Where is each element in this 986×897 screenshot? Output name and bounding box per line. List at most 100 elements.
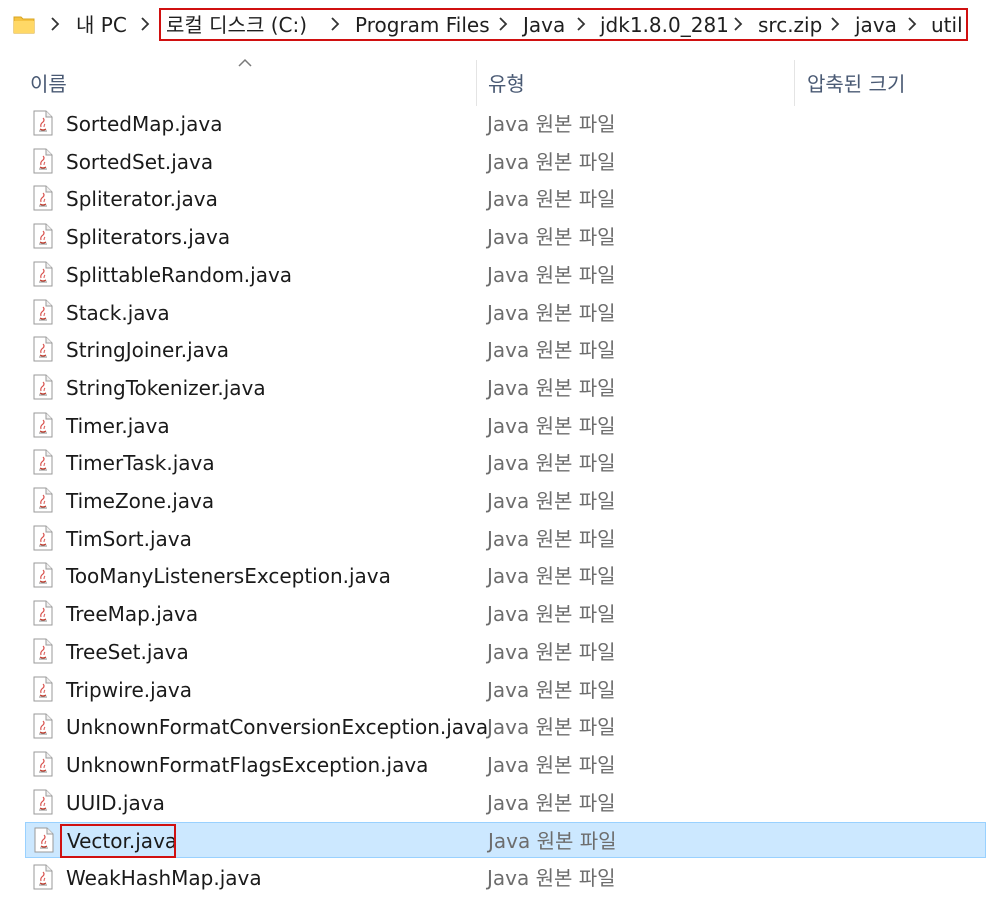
java-file-icon	[33, 374, 53, 400]
java-file-icon	[33, 336, 53, 362]
file-row[interactable]: TimerTask.java Java 원본 파일	[25, 445, 986, 481]
file-name: WeakHashMap.java	[66, 866, 262, 890]
breadcrumb-item-util[interactable]: util	[931, 11, 963, 39]
file-type: Java 원본 파일	[487, 677, 616, 702]
file-name: SortedMap.java	[66, 112, 223, 136]
chevron-right-icon[interactable]	[50, 17, 60, 31]
file-type: Java 원본 파일	[487, 602, 616, 627]
file-type: Java 원본 파일	[487, 639, 616, 664]
java-file-icon	[33, 638, 53, 664]
file-name: UnknownFormatConversionException.java	[66, 715, 489, 740]
file-row[interactable]: Spliterator.java Java 원본 파일	[25, 181, 986, 217]
chevron-right-icon[interactable]	[733, 17, 743, 31]
file-row[interactable]: UnknownFormatConversionException.java Jav…	[25, 709, 986, 745]
address-bar[interactable]: 내 PC 로컬 디스크 (C:) Program Files Java jdk1…	[0, 0, 986, 50]
file-row[interactable]: StringJoiner.java Java 원본 파일	[25, 332, 986, 368]
file-type: Java 원본 파일	[487, 790, 616, 815]
file-row[interactable]: Spliterators.java Java 원본 파일	[25, 219, 986, 255]
breadcrumb-item-jdk[interactable]: jdk1.8.0_281	[600, 11, 729, 39]
java-file-icon	[33, 525, 53, 551]
java-file-icon	[33, 185, 53, 211]
chevron-right-icon[interactable]	[330, 17, 340, 31]
java-file-icon	[33, 789, 53, 815]
file-row[interactable]: SortedMap.java Java 원본 파일	[25, 106, 986, 142]
file-row[interactable]: StringTokenizer.java Java 원본 파일	[25, 370, 986, 406]
file-name: SplittableRandom.java	[66, 262, 293, 287]
file-row[interactable]: SortedSet.java Java 원본 파일	[25, 144, 986, 180]
java-file-icon	[33, 449, 53, 475]
file-row[interactable]: UUID.java Java 원본 파일	[25, 785, 986, 821]
file-name: Timer.java	[66, 413, 170, 438]
file-name: TimSort.java	[66, 526, 192, 551]
column-header-type[interactable]: 유형	[488, 64, 525, 104]
java-file-icon	[33, 412, 53, 438]
file-name: Spliterators.java	[66, 225, 231, 250]
java-file-icon	[33, 223, 53, 249]
file-type: Java 원본 파일	[487, 187, 616, 212]
chevron-right-icon[interactable]	[498, 17, 508, 31]
java-file-icon	[33, 299, 53, 324]
file-name: TimerTask.java	[66, 451, 215, 476]
java-file-icon	[34, 827, 54, 853]
file-row[interactable]: WeakHashMap.java Java 원본 파일	[25, 860, 986, 896]
file-row[interactable]: TreeSet.java Java 원본 파일	[25, 634, 986, 670]
file-name: UnknownFormatFlagsException.java	[66, 752, 429, 777]
file-type: Java 원본 파일	[487, 149, 616, 174]
file-type: Java 원본 파일	[488, 829, 617, 854]
file-row[interactable]: UnknownFormatFlagsException.java Java 원본 …	[25, 747, 986, 783]
file-row[interactable]: Vector.java Java 원본 파일	[25, 822, 986, 859]
java-file-icon	[33, 148, 53, 174]
file-type: Java 원본 파일	[487, 262, 616, 287]
sort-ascending-icon	[238, 58, 252, 67]
java-file-icon	[33, 600, 53, 626]
column-header-compressed-size[interactable]: 압축된 크기	[807, 64, 905, 104]
chevron-right-icon[interactable]	[576, 17, 586, 31]
column-divider[interactable]	[476, 60, 477, 106]
file-type: Java 원본 파일	[487, 338, 616, 363]
file-name: TimeZone.java	[66, 489, 215, 513]
file-type: Java 원본 파일	[487, 564, 616, 589]
file-explorer-window: 내 PC 로컬 디스크 (C:) Program Files Java jdk1…	[0, 0, 986, 897]
file-type: Java 원본 파일	[487, 413, 616, 438]
breadcrumb-item-java-pkg[interactable]: java	[855, 11, 897, 39]
file-row[interactable]: SplittableRandom.java Java 원본 파일	[25, 257, 986, 293]
file-name: Vector.java	[67, 829, 178, 854]
breadcrumb-item-java[interactable]: Java	[523, 11, 565, 39]
file-name: TreeSet.java	[66, 639, 189, 664]
file-type: Java 원본 파일	[487, 451, 616, 476]
file-row[interactable]: TimSort.java Java 원본 파일	[25, 521, 986, 557]
java-file-icon	[33, 676, 53, 701]
breadcrumb-item-src-zip[interactable]: src.zip	[758, 11, 822, 39]
file-row[interactable]: Tripwire.java Java 원본 파일	[25, 672, 986, 708]
file-type: Java 원본 파일	[487, 489, 616, 513]
file-row[interactable]: TreeMap.java Java 원본 파일	[25, 596, 986, 632]
folder-icon	[13, 16, 35, 34]
file-name: StringJoiner.java	[66, 338, 230, 363]
breadcrumb-item-program-files[interactable]: Program Files	[355, 11, 490, 39]
file-name: Stack.java	[66, 300, 170, 325]
chevron-right-icon[interactable]	[140, 17, 150, 31]
file-row[interactable]: TimeZone.java Java 원본 파일	[25, 483, 986, 519]
file-type: Java 원본 파일	[487, 300, 616, 325]
file-type: Java 원본 파일	[487, 866, 616, 890]
file-row[interactable]: Stack.java Java 원본 파일	[25, 295, 986, 331]
column-header-name[interactable]: 이름	[30, 64, 67, 104]
file-name: TreeMap.java	[66, 602, 199, 627]
file-type: Java 원본 파일	[487, 752, 616, 777]
column-divider[interactable]	[794, 60, 795, 106]
chevron-right-icon[interactable]	[907, 17, 917, 31]
file-name: UUID.java	[66, 790, 165, 815]
file-row[interactable]: TooManyListenersException.java Java 원본 파일	[25, 558, 986, 594]
file-name: StringTokenizer.java	[66, 375, 266, 400]
java-file-icon	[33, 864, 53, 890]
java-file-icon	[33, 713, 53, 739]
file-type: Java 원본 파일	[487, 526, 616, 551]
file-name: SortedSet.java	[66, 149, 214, 174]
file-type: Java 원본 파일	[487, 375, 616, 400]
file-row[interactable]: Timer.java Java 원본 파일	[25, 408, 986, 444]
file-type: Java 원본 파일	[487, 715, 616, 740]
file-type: Java 원본 파일	[487, 112, 616, 136]
breadcrumb-item-this-pc[interactable]: 내 PC	[76, 11, 127, 39]
chevron-right-icon[interactable]	[830, 17, 840, 31]
breadcrumb-item-local-disk[interactable]: 로컬 디스크 (C:)	[166, 11, 307, 39]
